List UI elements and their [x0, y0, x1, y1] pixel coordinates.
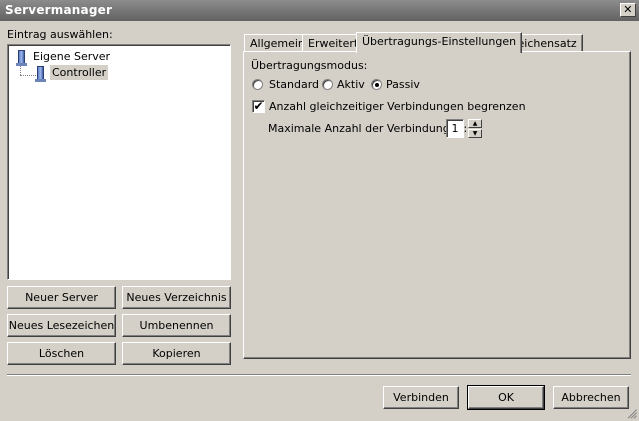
- title-bar: Servermanager ✕: [0, 0, 639, 21]
- server-icon: [16, 50, 27, 66]
- radio-label: Standard: [269, 78, 320, 91]
- close-icon[interactable]: ✕: [620, 3, 636, 17]
- window-title: Servermanager: [5, 3, 113, 17]
- transfer-mode-label: Übertragungsmodus:: [251, 59, 368, 72]
- max-connections-label: Maximale Anzahl der Verbindungen:: [268, 122, 468, 135]
- resize-grip-icon[interactable]: [625, 407, 637, 419]
- spin-down-icon[interactable]: ▼: [468, 129, 482, 138]
- delete-button[interactable]: Löschen: [7, 342, 116, 365]
- tree-connector: [20, 75, 36, 76]
- radio-button[interactable]: [252, 79, 263, 90]
- copy-button[interactable]: Kopieren: [122, 342, 231, 365]
- select-entry-label: Eintrag auswählen:: [7, 28, 113, 41]
- limit-connections-label: Anzahl gleichzeitiger Verbindungen begre…: [269, 100, 526, 113]
- new-folder-button[interactable]: Neues Verzeichnis: [122, 286, 231, 309]
- new-bookmark-button[interactable]: Neues Lesezeichen: [7, 314, 116, 337]
- radio-label: Aktiv: [337, 78, 365, 91]
- check-icon[interactable]: ✔: [252, 100, 265, 113]
- rename-button[interactable]: Umbenennen: [122, 314, 231, 337]
- ok-button[interactable]: OK: [467, 385, 545, 410]
- tree-item-label: Controller: [50, 65, 109, 80]
- tree-item-label: Eigene Server: [33, 50, 111, 63]
- radio-label: Passiv: [386, 78, 420, 91]
- transfer-settings-panel: Übertragungsmodus: Standard Aktiv Passiv…: [243, 51, 631, 359]
- radio-button[interactable]: [322, 79, 333, 90]
- spin-up-icon[interactable]: ▲: [468, 119, 482, 128]
- footer-separator: [7, 374, 631, 376]
- connect-button[interactable]: Verbinden: [383, 386, 459, 409]
- new-server-button[interactable]: Neuer Server: [7, 286, 116, 309]
- server-tree[interactable]: Eigene Server Controller: [7, 44, 231, 280]
- tab-transfer-settings[interactable]: Übertragungs-Einstellungen: [356, 32, 523, 53]
- server-icon: [35, 66, 46, 82]
- max-connections-input[interactable]: 1: [446, 119, 464, 138]
- radio-button[interactable]: [371, 79, 382, 90]
- cancel-button[interactable]: Abbrechen: [553, 386, 629, 409]
